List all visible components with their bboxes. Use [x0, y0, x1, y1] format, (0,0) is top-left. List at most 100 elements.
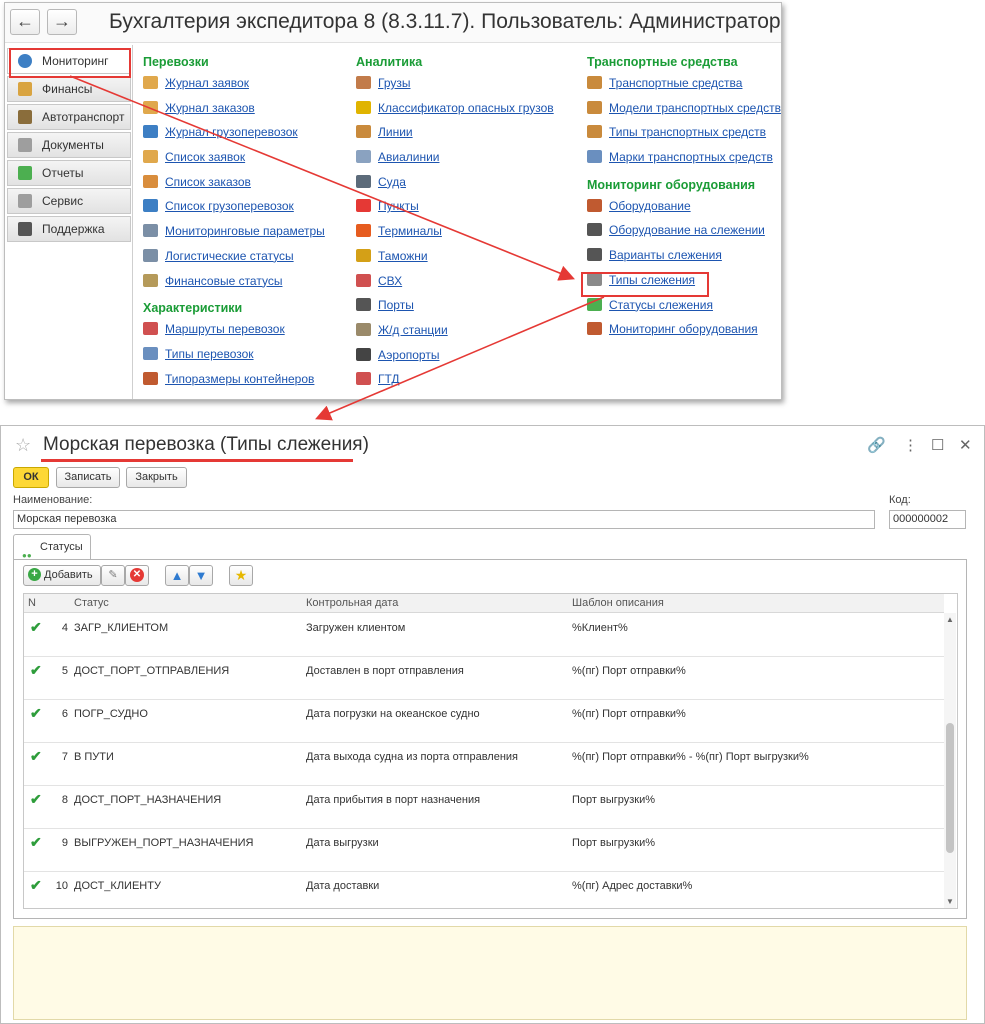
- row-template: Порт выгрузки%: [572, 837, 656, 849]
- menu-link[interactable]: Классификатор опасных грузов: [356, 100, 554, 125]
- table-row[interactable]: ✔ 6 ПОГР_СУДНО Дата погрузки на океанское с…: [24, 700, 944, 743]
- table-row[interactable]: ✔ 5 ДОСТ_ПОРТ_ОТПРАВЛЕНИЯ Доставлен в порт …: [24, 657, 944, 700]
- comment-area[interactable]: [13, 926, 967, 1020]
- menu-link[interactable]: Терминалы: [356, 223, 554, 248]
- sidebar-item[interactable]: Поддержка: [7, 216, 131, 242]
- favorite-button[interactable]: ★: [229, 565, 253, 586]
- statuses-table: N Статус Контрольная дата Шаблон описани…: [23, 593, 958, 909]
- menu-link[interactable]: Типы транспортных средств: [587, 124, 781, 149]
- report-icon: [587, 322, 602, 336]
- menu-link[interactable]: Варианты слежения: [587, 247, 781, 272]
- sidebar-item[interactable]: Документы: [7, 132, 131, 158]
- row-number: 7: [61, 751, 68, 763]
- menu-link[interactable]: Статусы слежения: [587, 297, 781, 322]
- menu-link[interactable]: ГТД: [356, 371, 554, 396]
- code-field[interactable]: 000000002: [889, 510, 966, 529]
- forward-button[interactable]: →: [47, 9, 77, 35]
- menu-link[interactable]: Модели транспортных средств: [587, 100, 781, 125]
- move-up-button[interactable]: ▲: [165, 565, 189, 586]
- menu-link[interactable]: Авиалинии: [356, 149, 554, 174]
- menu-link[interactable]: Суда: [356, 174, 554, 199]
- menu-link-label: Маршруты перевозок: [165, 322, 285, 337]
- menu-link[interactable]: Журнал заявок: [143, 75, 325, 100]
- menu-link[interactable]: Список заявок: [143, 149, 325, 174]
- menu-link-label: Типы транспортных средств: [609, 125, 767, 140]
- row-control-date: Дата погрузки на океанское судно: [306, 708, 480, 720]
- menu-link[interactable]: Линии: [356, 124, 554, 149]
- col-control-date[interactable]: Контрольная дата: [306, 594, 398, 612]
- sidebar-item[interactable]: Автотранспорт: [7, 104, 131, 130]
- sidebar-item[interactable]: Сервис: [7, 188, 131, 214]
- menu-link-label: Грузы: [378, 76, 411, 90]
- scroll-down-icon[interactable]: ▼: [946, 897, 954, 906]
- truck-icon: [18, 110, 32, 124]
- table-scrollbar[interactable]: ▲ ▼: [944, 613, 956, 908]
- close-button[interactable]: Закрыть: [126, 467, 187, 488]
- sidebar-item[interactable]: Отчеты: [7, 160, 131, 186]
- move-down-button[interactable]: ▼: [189, 565, 213, 586]
- more-menu-icon[interactable]: ⋮: [903, 436, 918, 454]
- table-row[interactable]: ✔ 8 ДОСТ_ПОРТ_НАЗНАЧЕНИЯ Дата прибытия в по…: [24, 786, 944, 829]
- menu-link-label: Мониторинговые параметры: [165, 224, 325, 239]
- add-label: Добавить: [44, 569, 93, 581]
- col-template[interactable]: Шаблон описания: [572, 594, 664, 612]
- table-row[interactable]: ✔ 9 ВЫГРУЖЕН_ПОРТ_НАЗНАЧЕНИЯ Дата выгрузки П…: [24, 829, 944, 872]
- menu-link-label: Терминалы: [378, 224, 442, 239]
- table-row[interactable]: ✔ 10 ДОСТ_КЛИЕНТУ Дата доставки %(пг) Адрес …: [24, 872, 944, 908]
- menu-link[interactable]: Порты: [356, 297, 554, 322]
- menu-link[interactable]: Список грузоперевозок: [143, 198, 325, 223]
- menu-link[interactable]: Грузы: [356, 75, 554, 100]
- compass-icon: [143, 346, 158, 360]
- menu-link[interactable]: Ж/д станции: [356, 322, 554, 347]
- close-window-icon[interactable]: ✕: [959, 436, 972, 454]
- add-button[interactable]: + Добавить: [23, 565, 101, 586]
- delete-button[interactable]: ✕: [125, 565, 149, 586]
- table-row[interactable]: ✔ 4 ЗАГР_КЛИЕНТОМ Загружен клиентом %Клиент%: [24, 614, 944, 657]
- menu-link[interactable]: Финансовые статусы: [143, 273, 325, 298]
- row-number: 8: [61, 794, 68, 806]
- chart-icon: [18, 166, 32, 180]
- col-n[interactable]: N: [28, 594, 36, 612]
- row-number: 4: [61, 622, 68, 634]
- ok-button[interactable]: ОК: [13, 467, 49, 488]
- row-status: ПОГР_СУДНО: [74, 708, 148, 720]
- link-icon[interactable]: 🔗: [867, 436, 886, 454]
- menu-link[interactable]: Оборудование: [587, 198, 781, 223]
- menu-link[interactable]: Маршруты перевозок: [143, 321, 325, 346]
- sidebar-item[interactable]: Финансы: [7, 76, 131, 102]
- save-button[interactable]: Записать: [56, 467, 120, 488]
- table-row[interactable]: ✔ 7 В ПУТИ Дата выхода судна из порта отпра…: [24, 743, 944, 786]
- col-status[interactable]: Статус: [74, 594, 109, 612]
- menu-link[interactable]: Аэропорты: [356, 347, 554, 372]
- menu-link[interactable]: Оборудование на слежении: [587, 222, 781, 247]
- tab-statuses[interactable]: ●● Статусы: [13, 534, 91, 560]
- menu-link-label: Классификатор опасных грузов: [378, 100, 554, 115]
- back-button[interactable]: ←: [10, 9, 40, 35]
- scroll-thumb[interactable]: [946, 723, 954, 853]
- maximize-icon[interactable]: ☐: [931, 436, 944, 454]
- star-icon: ★: [234, 567, 248, 583]
- menu-link[interactable]: Типы перевозок: [143, 346, 325, 371]
- menu-link[interactable]: Пункты: [356, 198, 554, 223]
- scroll-up-icon[interactable]: ▲: [946, 615, 954, 624]
- menu-link[interactable]: Типоразмеры контейнеров: [143, 371, 325, 396]
- menu-link[interactable]: Транспортные средства: [587, 75, 781, 100]
- menu-link[interactable]: Марки транспортных средств: [587, 149, 781, 174]
- name-field[interactable]: Морская перевозка: [13, 510, 875, 529]
- menu-link[interactable]: Журнал заказов: [143, 100, 325, 125]
- menu-link[interactable]: Мониторинг оборудования: [587, 321, 781, 346]
- menu-link[interactable]: Мониторинговые параметры: [143, 223, 325, 248]
- row-status: ДОСТ_КЛИЕНТУ: [74, 880, 161, 892]
- edit-button[interactable]: ✎: [101, 565, 125, 586]
- menu-link[interactable]: Логистические статусы: [143, 248, 325, 273]
- arrow-up-icon: ▲: [170, 568, 184, 583]
- group-heading: Аналитика: [356, 55, 423, 69]
- row-number: 5: [61, 665, 68, 677]
- favorite-star-icon[interactable]: ☆: [15, 435, 31, 456]
- truck-icon: [587, 125, 602, 139]
- menu-link[interactable]: Журнал грузоперевозок: [143, 124, 325, 149]
- menu-link[interactable]: СВХ: [356, 273, 554, 298]
- menu-link-label: Типы перевозок: [165, 346, 254, 361]
- menu-link[interactable]: Таможни: [356, 248, 554, 273]
- menu-link[interactable]: Список заказов: [143, 174, 325, 199]
